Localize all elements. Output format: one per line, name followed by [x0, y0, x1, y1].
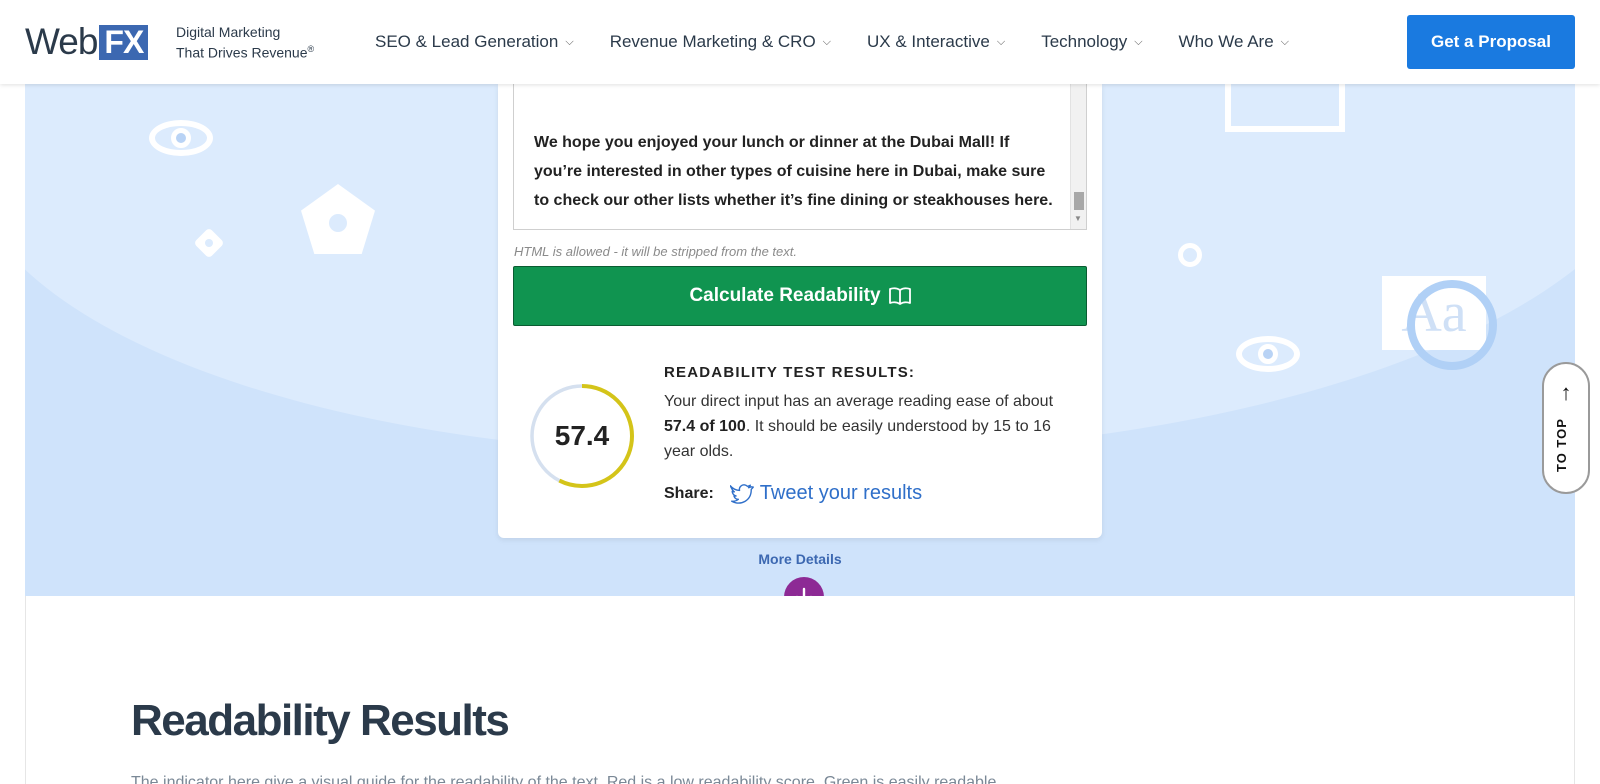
results-text-pre: Your direct input has an average reading… — [664, 393, 1054, 410]
open-book-icon — [888, 287, 911, 305]
get-a-proposal-button[interactable]: Get a Proposal — [1407, 15, 1575, 69]
main-nav: SEO & Lead Generation ⌵ Revenue Marketin… — [375, 0, 1325, 84]
registered-mark: ® — [307, 44, 315, 54]
logo-fx-badge: FX — [99, 24, 149, 60]
chevron-down-icon: ⌵ — [565, 35, 574, 48]
twitter-icon — [729, 483, 754, 504]
text-input-area[interactable]: We hope you enjoyed your lunch or dinner… — [513, 84, 1087, 230]
eye-icon — [1236, 336, 1300, 372]
chevron-down-icon: ⌵ — [1280, 35, 1290, 48]
book-icon — [1225, 84, 1345, 132]
nav-item-label: UX & Interactive — [867, 32, 990, 51]
tagline: Digital Marketing That Drives Revenue® — [176, 24, 314, 62]
nav-item-label: Who We Are — [1178, 32, 1274, 51]
readability-results-heading: Readability Results — [131, 696, 510, 745]
calculate-label: Calculate Readability — [689, 285, 881, 306]
calculate-readability-button[interactable]: Calculate Readability — [513, 266, 1087, 326]
share-row: Share: Tweet your results — [664, 482, 922, 505]
site-header: Web FX Digital Marketing That Drives Rev… — [0, 0, 1600, 84]
tweet-results-link[interactable]: Tweet your results — [729, 482, 923, 505]
nav-item-label: Technology — [1041, 32, 1128, 51]
ring-icon — [1178, 243, 1202, 267]
chevron-down-icon: ⌵ — [996, 35, 1006, 48]
chevron-down-icon: ⌵ — [1134, 35, 1143, 48]
to-top-button[interactable]: ↑ TO TOP — [1542, 362, 1590, 494]
scroll-down-arrow-icon[interactable]: ▼ — [1074, 214, 1082, 223]
nav-technology[interactable]: Technology ⌵ — [1041, 32, 1142, 52]
results-description: Your direct input has an average reading… — [664, 389, 1064, 464]
more-details-row: More Details — [0, 551, 1600, 567]
results-score-text: 57.4 of 100 — [664, 418, 746, 435]
scrollbar-thumb[interactable] — [1074, 192, 1084, 210]
nav-item-label: Revenue Marketing & CRO — [609, 32, 816, 51]
results-section — [25, 596, 1575, 784]
html-allowed-note: HTML is allowed - it will be stripped fr… — [514, 244, 797, 259]
nav-who-we-are[interactable]: Who We Are ⌵ — [1179, 32, 1289, 52]
share-label: Share: — [664, 484, 714, 502]
readability-tool-card: We hope you enjoyed your lunch or dinner… — [498, 84, 1102, 538]
nav-seo-lead-generation[interactable]: SEO & Lead Generation ⌵ — [375, 32, 574, 52]
results-title: READABILITY TEST RESULTS: — [664, 364, 916, 381]
to-top-label: TO TOP — [1554, 418, 1569, 472]
tweet-results-label: Tweet your results — [759, 482, 923, 504]
more-details-link[interactable]: More Details — [758, 551, 841, 567]
text-input-content[interactable]: We hope you enjoyed your lunch or dinner… — [534, 128, 1054, 215]
webfx-logo[interactable]: Web FX — [25, 21, 149, 62]
eye-icon — [149, 120, 213, 156]
tagline-line1: Digital Marketing — [176, 24, 281, 40]
chevron-down-icon: ⌵ — [822, 35, 832, 48]
magnifier-ring-icon — [1407, 280, 1497, 370]
readability-results-intro: The indicator here give a visual guide f… — [131, 774, 1001, 784]
arrow-up-icon: ↑ — [1560, 380, 1572, 405]
logo-web-text: Web — [25, 21, 98, 62]
nav-item-label: SEO & Lead Generation — [375, 32, 559, 51]
textarea-scrollbar[interactable]: ▼ — [1070, 84, 1086, 229]
readability-score: 57.4 — [554, 420, 610, 451]
tagline-line2: That Drives Revenue — [176, 44, 308, 61]
nav-ux-interactive[interactable]: UX & Interactive ⌵ — [867, 32, 1005, 52]
nav-revenue-marketing-cro[interactable]: Revenue Marketing & CRO ⌵ — [610, 32, 831, 52]
